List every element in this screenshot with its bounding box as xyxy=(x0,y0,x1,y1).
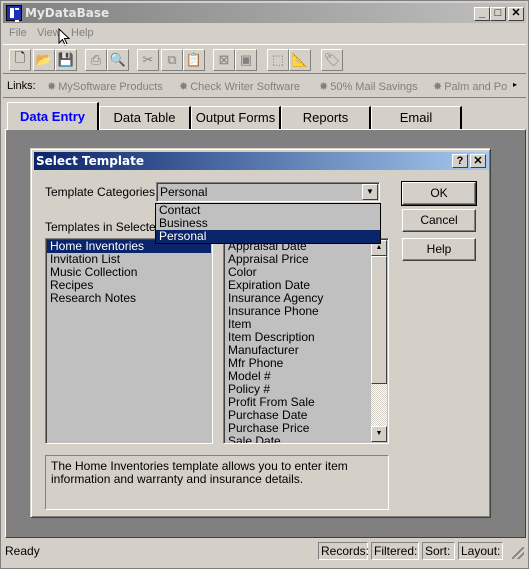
minimize-button[interactable]: _ xyxy=(474,7,490,21)
ok-button[interactable]: OK xyxy=(401,181,477,206)
categories-combo[interactable]: Personal ▼ xyxy=(156,182,380,202)
cut-icon: ✂ xyxy=(142,52,154,67)
new-record-button[interactable]: ▣ xyxy=(235,49,257,71)
cut-button[interactable]: ✂ xyxy=(137,49,159,71)
status-records: Records: xyxy=(318,542,369,560)
category-option-personal[interactable]: Personal xyxy=(156,230,380,243)
form-layout-icon: ⬚ xyxy=(271,52,285,67)
open-folder-icon: 📂 xyxy=(35,52,53,67)
label-tag-button[interactable]: 🏷 xyxy=(321,49,343,71)
status-ready: Ready xyxy=(5,544,40,558)
dropdown-arrow-icon[interactable]: ▼ xyxy=(362,184,378,200)
link-star-icon: ✸ xyxy=(319,81,329,93)
close-button[interactable]: ✕ xyxy=(508,7,524,21)
print-preview-button[interactable]: 🔍 xyxy=(107,49,129,71)
new-document-icon: 🗋 xyxy=(14,50,26,65)
ruler-button[interactable]: 📐 xyxy=(289,49,311,71)
tab-output-forms[interactable]: Output Forms xyxy=(191,106,281,129)
fields-list-items: Appraisal Date Appraisal Price Color Expira… xyxy=(225,240,370,444)
categories-label: Template Categories: xyxy=(45,185,159,199)
resize-grip-icon[interactable] xyxy=(512,547,524,559)
print-button[interactable]: ⎙ xyxy=(85,49,107,71)
new-document-button[interactable]: 🗋 xyxy=(9,49,31,71)
fields-scrollbar[interactable]: ▲ ▼ xyxy=(371,240,387,442)
form-layout-button[interactable]: ⬚ xyxy=(267,49,289,71)
link-palm[interactable]: ✸ Palm and Po xyxy=(433,80,507,93)
fields-list[interactable]: Appraisal Date Appraisal Price Color Expira… xyxy=(223,238,389,444)
help-button[interactable]: Help xyxy=(402,238,476,261)
dialog-title: Select Template xyxy=(36,154,144,168)
field-item[interactable]: Sale Date xyxy=(225,435,370,444)
app-icon xyxy=(6,5,22,22)
tab-data-entry[interactable]: Data Entry xyxy=(7,102,99,130)
links-label: Links: xyxy=(7,80,36,92)
dialog-title-bar[interactable]: Select Template ? ✕ xyxy=(34,152,489,170)
scroll-down-icon[interactable]: ▼ xyxy=(371,426,387,442)
template-description-box: The Home Inventories template allows you… xyxy=(45,455,389,510)
template-item[interactable]: Research Notes xyxy=(47,292,211,305)
link-check-writer-software[interactable]: ✸ Check Writer Software xyxy=(179,80,300,93)
copy-icon: ⧉ xyxy=(167,52,177,67)
categories-value: Personal xyxy=(160,185,208,199)
dialog-help-icon[interactable]: ? xyxy=(452,154,468,168)
menu-file[interactable]: File xyxy=(9,27,27,39)
copy-button[interactable]: ⧉ xyxy=(161,49,183,71)
menu-help[interactable]: Help xyxy=(71,27,94,39)
print-icon: ⎙ xyxy=(90,52,102,67)
categories-dropdown-list: Contact Business Personal xyxy=(155,203,381,244)
paste-icon: 📋 xyxy=(185,52,203,67)
link-mysoftware-products[interactable]: ✸ MySoftware Products xyxy=(47,80,163,93)
tab-email[interactable]: Email xyxy=(371,106,462,129)
template-description: The Home Inventories template allows you… xyxy=(51,459,348,486)
menu-bar: File View Help xyxy=(3,24,526,42)
save-icon: 💾 xyxy=(57,52,75,67)
open-folder-button[interactable]: 📂 xyxy=(33,49,55,71)
print-preview-icon: 🔍 xyxy=(109,52,127,67)
link-mail-savings[interactable]: ✸ 50% Mail Savings xyxy=(319,80,418,93)
tab-data-table[interactable]: Data Table xyxy=(99,106,191,129)
status-bar: Ready Records: Filtered: Sort: Layout: xyxy=(3,541,526,561)
templates-list[interactable]: Home Inventories Invitation List Music Col… xyxy=(45,238,213,444)
select-template-dialog: Select Template ? ✕ Template Categories:… xyxy=(30,148,491,518)
status-layout: Layout: xyxy=(458,542,503,560)
cancel-button[interactable]: Cancel xyxy=(402,209,476,232)
dialog-close-button[interactable]: ✕ xyxy=(470,154,486,168)
ruler-icon: 📐 xyxy=(291,52,309,67)
paste-button[interactable]: 📋 xyxy=(183,49,205,71)
links-bar: Links: ✸ MySoftware Products ✸ Check Write… xyxy=(3,76,526,98)
tab-bar: Data Entry Data Table Output Forms Repor… xyxy=(5,102,526,130)
new-record-icon: ▣ xyxy=(239,52,253,67)
save-button[interactable]: 💾 xyxy=(55,49,77,71)
status-sort: Sort: xyxy=(422,542,455,560)
link-star-icon: ✸ xyxy=(179,81,189,93)
delete-record-icon: ⊠ xyxy=(218,52,230,67)
tab-reports[interactable]: Reports xyxy=(281,106,371,129)
maximize-button[interactable]: □ xyxy=(490,7,506,21)
title-bar[interactable]: MyDataBase _ □ ✕ xyxy=(3,3,526,23)
link-star-icon: ✸ xyxy=(47,81,57,93)
status-filtered: Filtered: xyxy=(371,542,419,560)
window-title: MyDataBase xyxy=(25,6,110,20)
label-tag-icon: 🏷 xyxy=(323,52,341,67)
delete-record-button[interactable]: ⊠ xyxy=(213,49,235,71)
toolbar: 🗋 📂 💾 ⎙ 🔍 ✂ ⧉ 📋 ⊠ ▣ ⬚ 📐 🏷 xyxy=(3,44,526,74)
scrollbar-thumb[interactable] xyxy=(371,256,387,384)
link-star-icon: ✸ xyxy=(433,81,443,93)
app-window: MyDataBase _ □ ✕ File View Help 🗋 📂 💾 ⎙ 🔍 ✂ ⧉ 📋… xyxy=(0,0,529,569)
links-more-arrow-icon[interactable]: ▸ xyxy=(513,80,517,89)
